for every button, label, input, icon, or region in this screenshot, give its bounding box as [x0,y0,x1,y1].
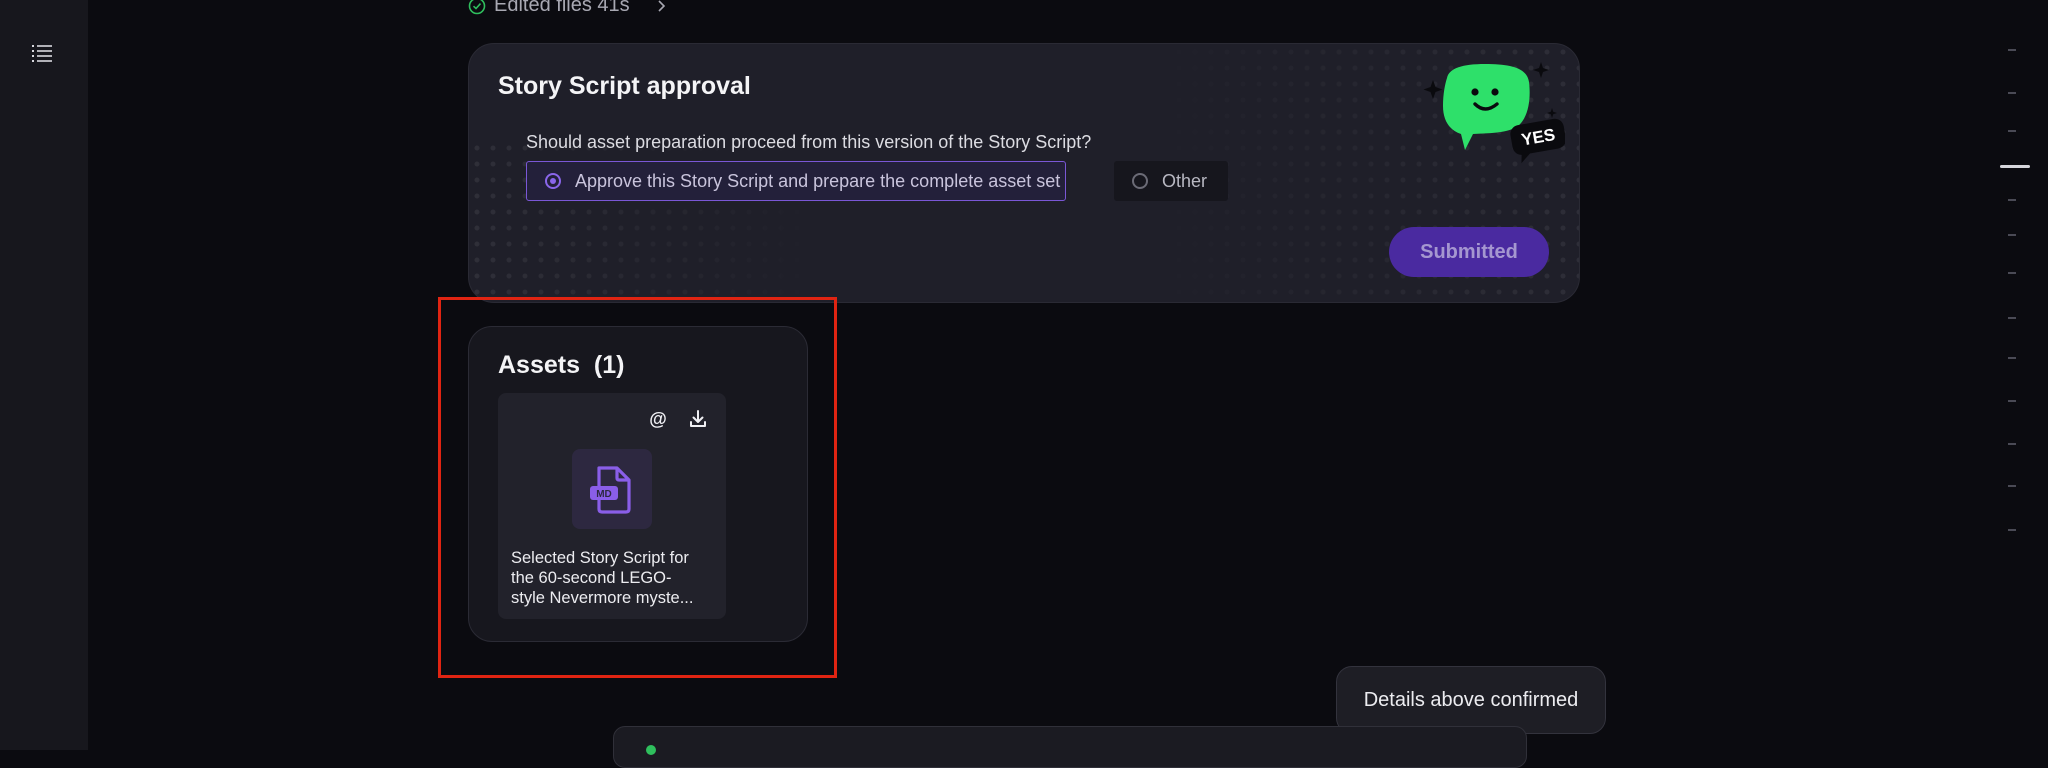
minimap-tick[interactable] [2008,234,2016,236]
confirmation-label: Details above confirmed [1363,688,1579,711]
asset-caption-line: the 60-second LEGO- [511,569,672,587]
minimap-tick[interactable] [2008,272,2016,274]
bottom-panel [613,726,1527,768]
markdown-file-icon: MD [572,449,652,529]
minimap-tick[interactable] [2008,529,2016,531]
approval-question: Should asset preparation proceed from th… [526,132,1092,152]
minimap-tick[interactable] [2008,92,2016,94]
minimap-tick[interactable] [2008,49,2016,51]
asset-caption: Selected Story Script for the 60-second … [511,548,719,608]
approval-title: Story Script approval [498,72,751,100]
minimap-tick[interactable] [2008,199,2016,201]
assets-count: (1) [593,351,625,379]
minimap-tick[interactable] [2008,357,2016,359]
radio-unselected-icon[interactable] [1132,173,1148,189]
assets-card: Assets (1) @ MD Selected Story Script fo… [468,326,808,642]
asset-caption-line: style Nevermore myste... [511,589,694,607]
download-icon[interactable] [686,407,710,431]
minimap-tick[interactable] [2008,443,2016,445]
status-dot-icon [646,745,656,755]
edited-files-row[interactable]: Edited files 41s [468,0,668,17]
option-other[interactable]: Other [1114,161,1228,201]
scroll-minimap[interactable] [2000,0,2030,750]
minimap-tick[interactable] [2008,400,2016,402]
left-sidebar [0,0,88,750]
asset-caption-line: Selected Story Script for [511,549,689,567]
file-type-label: MD [596,489,612,500]
confirmation-message: Details above confirmed [1336,666,1606,734]
chevron-right-icon [658,0,665,12]
edited-files-label: Edited files 41s [494,0,630,16]
yes-mascot-icon: YES [1423,62,1565,164]
radio-selected-icon[interactable] [545,173,561,189]
approval-card: Story Script approval Should asset prepa… [468,43,1580,303]
minimap-tick[interactable] [2008,485,2016,487]
option-approve-label: Approve this Story Script and prepare th… [575,170,1061,191]
option-approve[interactable]: Approve this Story Script and prepare th… [526,161,1066,201]
at-icon[interactable]: @ [646,407,670,431]
submitted-button[interactable]: Submitted [1389,227,1549,277]
minimap-tick[interactable] [2008,130,2016,132]
assets-title: Assets (1) [498,351,624,380]
option-other-label: Other [1162,170,1208,191]
minimap-current-indicator[interactable] [2000,165,2030,168]
asset-tile[interactable]: @ MD Selected Story Script for the 60-se… [498,393,726,619]
assets-title-label: Assets [498,351,580,379]
minimap-tick[interactable] [2008,317,2016,319]
list-icon[interactable] [32,44,52,62]
check-circle-icon [468,0,486,14]
